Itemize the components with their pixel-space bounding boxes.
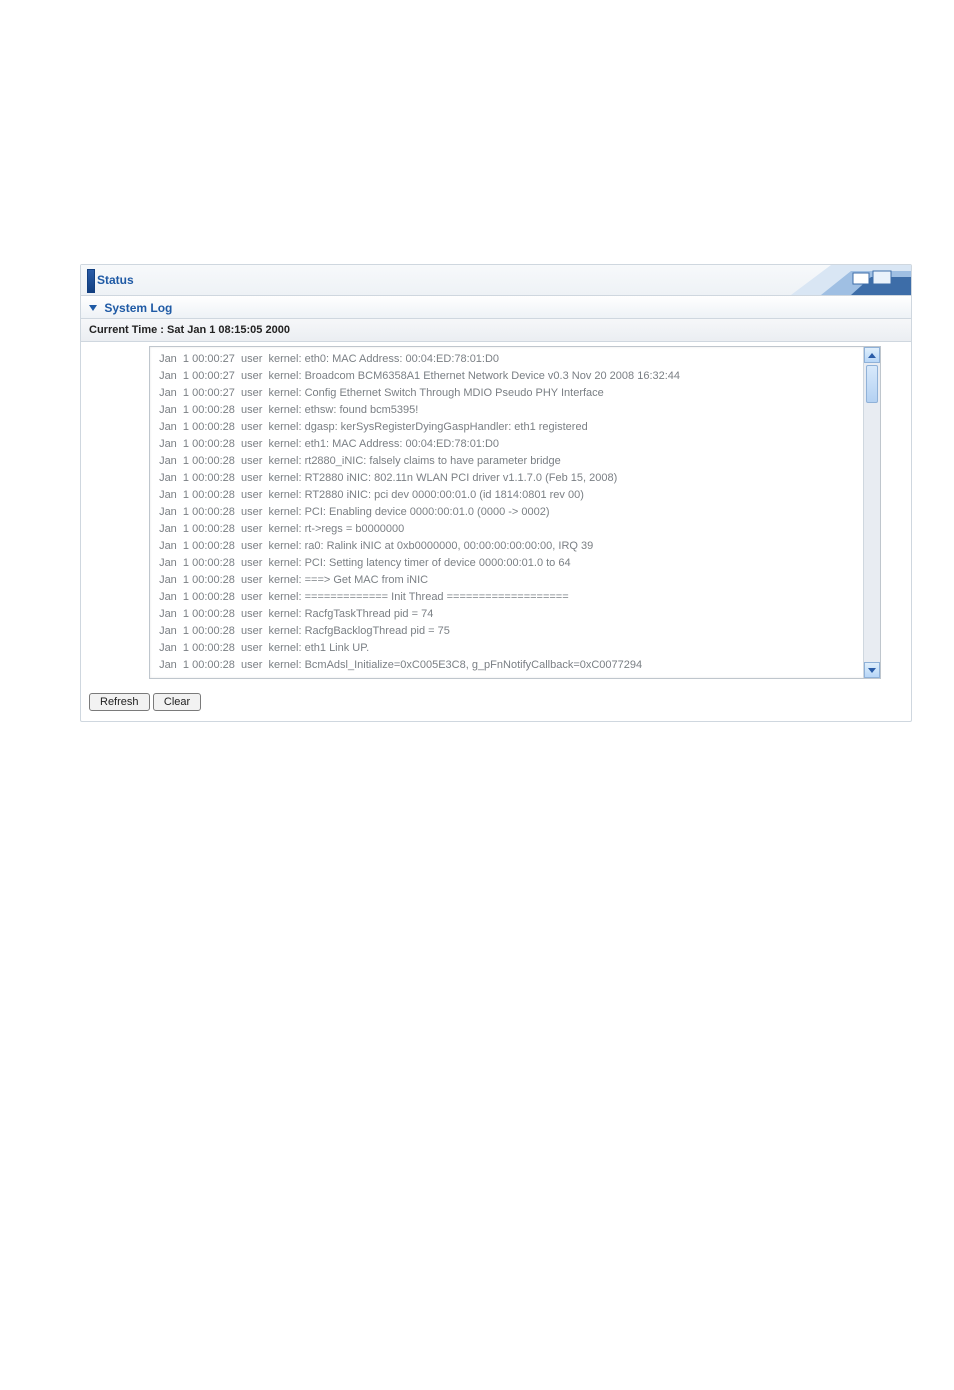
log-line: Jan 1 00:00:28 user kernel: ============… xyxy=(156,589,862,606)
log-content[interactable]: Jan 1 00:00:27 user kernel: eth0: MAC Ad… xyxy=(150,347,880,678)
log-line: Jan 1 00:00:28 user kernel: RacfgTaskThr… xyxy=(156,606,862,623)
section-title: System Log xyxy=(104,301,172,315)
caret-down-icon xyxy=(89,305,97,311)
refresh-button[interactable]: Refresh xyxy=(89,693,150,711)
scroll-down-button[interactable] xyxy=(864,662,880,678)
log-scrollbar[interactable] xyxy=(863,347,880,678)
log-line: Jan 1 00:00:27 user kernel: Broadcom BCM… xyxy=(156,368,862,385)
log-line: Jan 1 00:00:28 user kernel: RT2880 iNIC:… xyxy=(156,470,862,487)
log-line: Jan 1 00:00:28 user kernel: RT2880 iNIC:… xyxy=(156,487,862,504)
chevron-down-icon xyxy=(868,668,876,673)
current-time-row: Current Time : Sat Jan 1 08:15:05 2000 xyxy=(81,319,911,342)
current-time-label: Current Time : Sat Jan 1 08:15:05 2000 xyxy=(89,324,290,336)
log-line: Jan 1 00:00:28 user kernel: PCI: Setting… xyxy=(156,555,862,572)
section-title-bar[interactable]: System Log xyxy=(81,296,911,319)
log-line: Jan 1 00:00:28 user kernel: rt2880_iNIC:… xyxy=(156,453,862,470)
log-line: Jan 1 00:00:28 user kernel: dgasp: kerSy… xyxy=(156,419,862,436)
buttons-row: Refresh Clear xyxy=(81,687,911,721)
log-line: Jan 1 00:00:28 user kernel: eth1: MAC Ad… xyxy=(156,436,862,453)
header-graphic xyxy=(791,265,911,295)
log-line: Jan 1 00:00:28 user kernel: PCI: Enablin… xyxy=(156,504,862,521)
clear-button[interactable]: Clear xyxy=(153,693,201,711)
scroll-thumb[interactable] xyxy=(866,365,878,403)
log-line: Jan 1 00:00:28 user kernel: eth1 Link UP… xyxy=(156,640,862,657)
tab-status[interactable]: Status xyxy=(97,265,134,295)
header-bar: Status xyxy=(81,265,911,296)
log-line: Jan 1 00:00:27 user kernel: eth0: MAC Ad… xyxy=(156,351,862,368)
log-box: Jan 1 00:00:27 user kernel: eth0: MAC Ad… xyxy=(149,346,881,679)
log-line: Jan 1 00:00:28 user kernel: BcmAdsl_Init… xyxy=(156,657,862,674)
log-line: Jan 1 00:00:27 user kernel: Config Ether… xyxy=(156,385,862,402)
log-line: Jan 1 00:00:28 user kernel: ===> Get MAC… xyxy=(156,572,862,589)
log-line: Jan 1 00:00:28 user kernel: ethsw: found… xyxy=(156,402,862,419)
log-area-wrap: Jan 1 00:00:27 user kernel: eth0: MAC Ad… xyxy=(81,342,911,687)
log-line: Jan 1 00:00:28 user kernel: ra0: Ralink … xyxy=(156,538,862,555)
log-line: Jan 1 00:00:28 user kernel: RacfgBacklog… xyxy=(156,623,862,640)
status-panel: Status System Log Current Time : Sat Jan… xyxy=(80,264,912,722)
tab-indicator xyxy=(87,269,95,293)
log-line: Jan 1 00:00:28 user kernel: rt->regs = b… xyxy=(156,521,862,538)
chevron-up-icon xyxy=(868,353,876,358)
scroll-up-button[interactable] xyxy=(864,347,880,363)
